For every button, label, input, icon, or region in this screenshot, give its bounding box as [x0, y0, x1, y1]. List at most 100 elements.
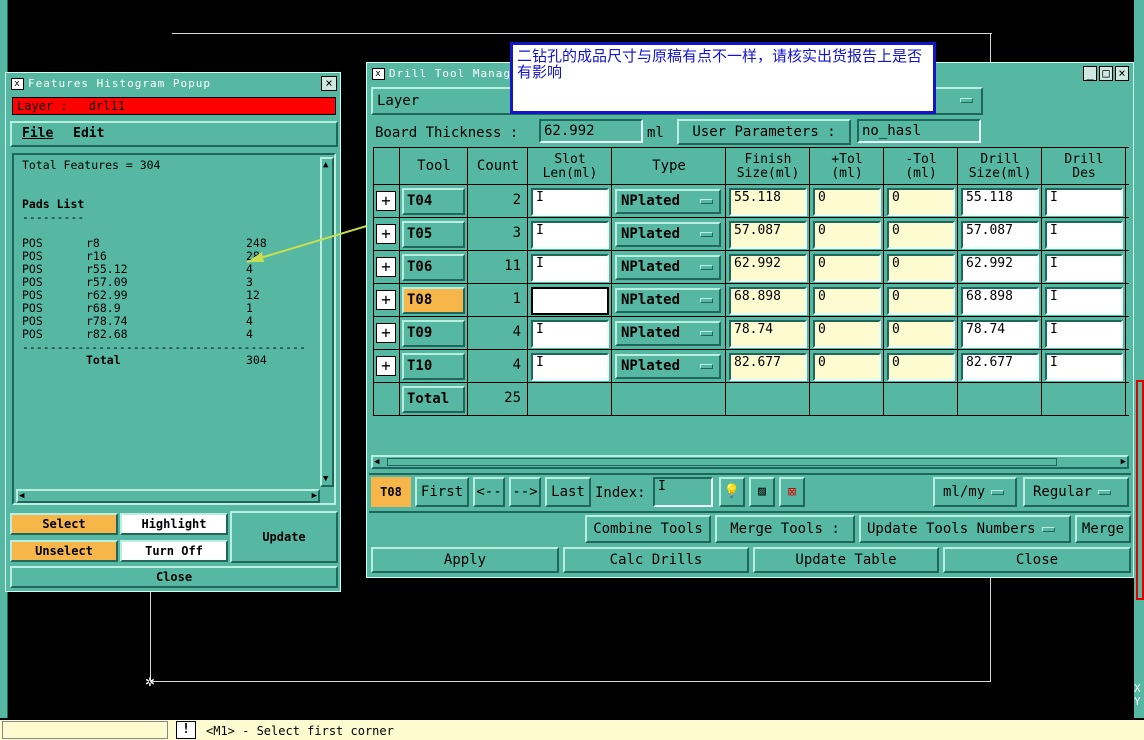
separator [369, 511, 1131, 513]
drill-size-input[interactable]: 57.087 [961, 221, 1039, 249]
plus-tol-input[interactable]: 0 [813, 188, 881, 216]
merge-button[interactable]: Merge [1075, 515, 1131, 543]
drill-des-input[interactable]: I [1045, 287, 1123, 315]
bulb-icon[interactable]: 💡 [719, 477, 745, 507]
header-minus-tol-line2: (ml) [905, 166, 937, 181]
update-tools-numbers-dropdown[interactable]: Update Tools Numbers [859, 515, 1071, 543]
expand-icon[interactable]: + [376, 323, 396, 343]
tool-button[interactable]: T09 [402, 320, 465, 347]
next-button[interactable]: --> [509, 477, 541, 507]
table-row: + T08 1 NPlated 68.898 0 0 68.898 I [373, 284, 1129, 316]
slot-len-input[interactable]: I [531, 320, 609, 348]
user-parameters-input[interactable]: no_hasl [857, 119, 981, 143]
minus-tol-input[interactable]: 0 [887, 287, 955, 315]
type-dropdown[interactable]: NPlated [615, 354, 721, 379]
drill-close-button[interactable]: Close [943, 547, 1131, 573]
type-dropdown[interactable]: NPlated [615, 189, 721, 214]
drill-size-input[interactable]: 78.74 [961, 320, 1039, 348]
plus-tol-input[interactable]: 0 [813, 353, 881, 381]
status-info-icon[interactable]: ! [176, 721, 196, 739]
dropdown-bar-icon [960, 98, 973, 103]
drill-tool-manager-window: x Drill Tool Manager _ □ × Layer Board T… [366, 62, 1134, 578]
expand-icon[interactable]: + [376, 191, 396, 211]
slot-len-input[interactable] [531, 287, 609, 315]
finish-size-input[interactable]: 57.087 [729, 221, 807, 249]
tool-button[interactable]: T05 [402, 221, 465, 248]
y-label: Y [1134, 695, 1141, 708]
drill-des-input[interactable]: I [1045, 353, 1123, 381]
update-table-button[interactable]: Update Table [753, 547, 939, 573]
mode-dropdown[interactable]: Regular [1023, 477, 1129, 507]
dropdown-bar-icon [700, 364, 713, 369]
units-dropdown[interactable]: ml/my [933, 477, 1017, 507]
drill-close-icon[interactable]: × [1115, 66, 1129, 81]
delete-icon[interactable]: ⊠ [779, 477, 805, 507]
type-dropdown[interactable]: NPlated [615, 321, 721, 346]
tool-button[interactable]: T04 [402, 188, 465, 215]
plus-tol-input[interactable]: 0 [813, 221, 881, 249]
drill-des-input[interactable]: I [1045, 254, 1123, 282]
combine-tools-button[interactable]: Combine Tools [585, 515, 711, 543]
finish-size-input[interactable]: 55.118 [729, 188, 807, 216]
drill-size-input[interactable]: 55.118 [961, 188, 1039, 216]
minus-tol-input[interactable]: 0 [887, 320, 955, 348]
grid-line [373, 147, 1129, 148]
slot-len-input[interactable]: I [531, 353, 609, 381]
type-dropdown[interactable]: NPlated [615, 255, 721, 280]
drill-size-input[interactable]: 62.992 [961, 254, 1039, 282]
slot-len-input[interactable]: I [531, 254, 609, 282]
last-button[interactable]: Last [545, 477, 591, 507]
dropdown-bar-icon [700, 199, 713, 204]
table-hscrollbar[interactable]: ◀ ▶ [371, 455, 1129, 469]
tool-button[interactable]: T06 [402, 254, 465, 281]
type-dropdown[interactable]: NPlated [615, 288, 721, 313]
expand-icon[interactable]: + [376, 224, 396, 244]
expand-icon[interactable]: + [376, 356, 396, 376]
board-thickness-input[interactable]: 62.992 [539, 119, 643, 143]
user-parameters-button[interactable]: User Parameters : [677, 119, 851, 145]
drill-des-input[interactable]: I [1045, 221, 1123, 249]
drill-des-input[interactable]: I [1045, 188, 1123, 216]
table-row: + T06 11 I NPlated 62.992 0 0 62.992 I [373, 251, 1129, 283]
slot-len-input[interactable]: I [531, 188, 609, 216]
drill-size-input[interactable]: 82.677 [961, 353, 1039, 381]
status-prompt: <M1> - Select first corner [206, 724, 394, 738]
header-slot-len-line1: Slot [554, 152, 586, 167]
scroll-right-arrow-icon[interactable]: ▶ [1121, 457, 1126, 467]
finish-size-input[interactable]: 62.992 [729, 254, 807, 282]
finish-size-input[interactable]: 68.898 [729, 287, 807, 315]
dropdown-bar-icon [700, 232, 713, 237]
plus-tol-input[interactable]: 0 [813, 287, 881, 315]
plus-tol-input[interactable]: 0 [813, 254, 881, 282]
expand-icon[interactable]: + [376, 290, 396, 310]
finish-size-input[interactable]: 78.74 [729, 320, 807, 348]
tool-button[interactable]: T08 [402, 287, 465, 314]
header-slot-len: Slot Len(ml) [529, 153, 611, 181]
calc-drills-button[interactable]: Calc Drills [563, 547, 749, 573]
minus-tol-input[interactable]: 0 [887, 221, 955, 249]
plus-tol-input[interactable]: 0 [813, 320, 881, 348]
scroll-thumb[interactable] [387, 458, 1057, 466]
expand-icon[interactable]: + [376, 257, 396, 277]
finish-size-input[interactable]: 82.677 [729, 353, 807, 381]
apply-button[interactable]: Apply [371, 547, 559, 573]
maximize-icon[interactable]: □ [1099, 66, 1113, 81]
type-dropdown[interactable]: NPlated [615, 222, 721, 247]
window-menu-icon[interactable]: x [372, 68, 385, 80]
minus-tol-input[interactable]: 0 [887, 254, 955, 282]
first-button[interactable]: First [415, 477, 469, 507]
index-input[interactable]: I [653, 477, 713, 507]
tool-button[interactable]: T10 [402, 353, 465, 380]
minimize-icon[interactable]: _ [1083, 66, 1097, 81]
drill-des-input[interactable]: I [1045, 320, 1123, 348]
minus-tol-input[interactable]: 0 [887, 188, 955, 216]
scroll-left-arrow-icon[interactable]: ◀ [374, 457, 379, 467]
type-value: NPlated [621, 193, 681, 209]
tool-count: 4 [512, 357, 521, 373]
image-icon[interactable]: ▨ [749, 477, 775, 507]
prev-button[interactable]: <-- [473, 477, 505, 507]
slot-len-input[interactable]: I [531, 221, 609, 249]
drill-size-input[interactable]: 68.898 [961, 287, 1039, 315]
type-value: NPlated [621, 226, 681, 242]
minus-tol-input[interactable]: 0 [887, 353, 955, 381]
